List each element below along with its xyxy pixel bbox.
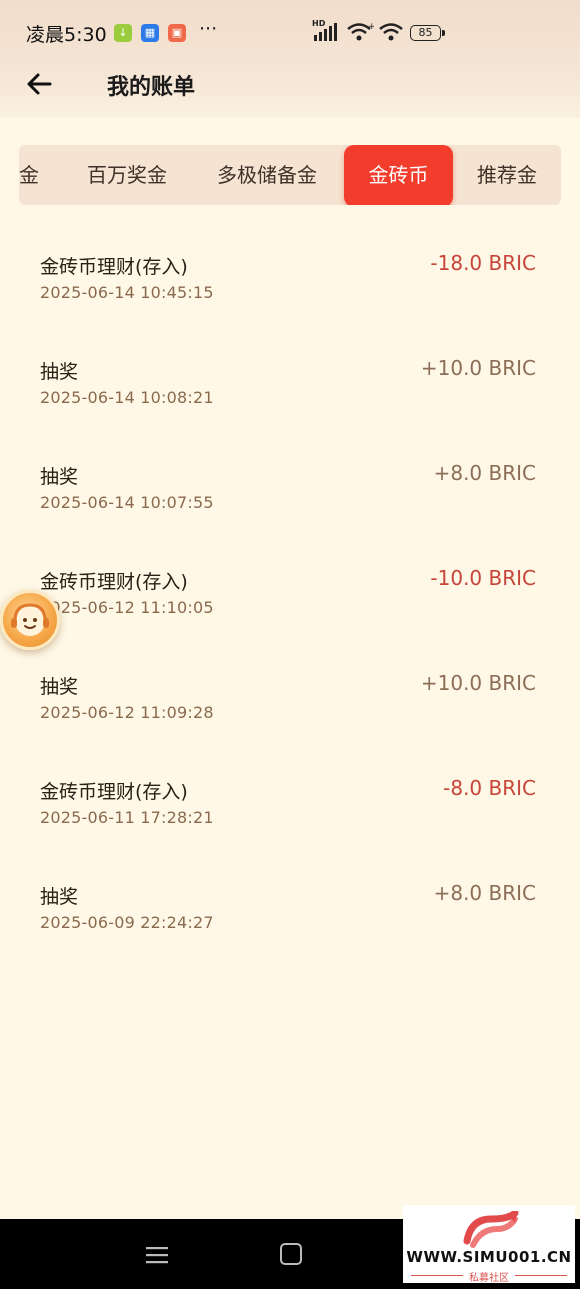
arrow-left-icon	[27, 73, 52, 95]
transaction-title: 抽奖	[40, 466, 79, 488]
customer-service-button[interactable]	[0, 590, 60, 650]
transaction-title: 抽奖	[40, 886, 79, 908]
home-square-icon[interactable]	[280, 1243, 302, 1265]
watermark: WWW.SIMU001.CN 私募社区	[403, 1205, 575, 1284]
wifi-icon: +	[347, 22, 374, 41]
transaction-row[interactable]: 抽奖 2025-06-09 22:24:27 +8.0 BRIC	[0, 862, 580, 967]
transaction-amount: +8.0 BRIC	[433, 461, 536, 485]
box-app-icon: ▣	[168, 24, 186, 42]
transaction-row[interactable]: 抽奖 2025-06-12 11:09:28 +10.0 BRIC	[0, 652, 580, 757]
tab-referral[interactable]: 推荐金	[477, 145, 537, 205]
status-time: 凌晨5:30	[26, 24, 107, 46]
tab-reserve-fund[interactable]: 多极储备金	[217, 145, 317, 205]
page-title: 我的账单	[107, 75, 196, 100]
category-tabs: 金 百万奖金 多极储备金 金砖币 推荐金	[19, 145, 561, 205]
grid-app-icon: ▦	[141, 24, 159, 42]
transaction-time: 2025-06-12 11:10:05	[40, 598, 214, 617]
tab-bric-coin[interactable]: 金砖币	[344, 145, 453, 205]
tab-million-bonus[interactable]: 百万奖金	[87, 145, 167, 205]
transaction-row[interactable]: 金砖币理财(存入) 2025-06-14 10:45:15 -18.0 BRIC	[0, 232, 580, 337]
transaction-time: 2025-06-14 10:07:55	[40, 493, 214, 512]
transaction-title: 抽奖	[40, 676, 79, 698]
battery-tip	[442, 30, 445, 36]
transaction-amount: +10.0 BRIC	[420, 356, 536, 380]
transaction-title: 金砖币理财(存入)	[40, 571, 188, 593]
transaction-row[interactable]: 抽奖 2025-06-14 10:08:21 +10.0 BRIC	[0, 337, 580, 442]
customer-service-icon	[11, 603, 49, 636]
transaction-time: 2025-06-09 22:24:27	[40, 913, 214, 932]
battery-icon: 85	[410, 25, 441, 41]
transaction-amount: +10.0 BRIC	[420, 671, 536, 695]
watermark-subtitle: 私募社区	[469, 1273, 509, 1284]
status-bar: 凌晨5:30 ↓ ▦ ▣ ··· HD + 85	[0, 18, 580, 52]
transaction-amount: -18.0 BRIC	[430, 251, 536, 275]
back-button[interactable]	[22, 66, 58, 102]
transaction-title: 金砖币理财(存入)	[40, 256, 188, 278]
watermark-url: WWW.SIMU001.CN	[406, 1248, 572, 1266]
transaction-row[interactable]: 抽奖 2025-06-14 10:07:55 +8.0 BRIC	[0, 442, 580, 547]
header: 我的账单	[0, 60, 580, 108]
transaction-amount: +8.0 BRIC	[433, 881, 536, 905]
signal-icon	[314, 23, 337, 41]
transaction-amount: -8.0 BRIC	[443, 776, 536, 800]
transaction-title: 金砖币理财(存入)	[40, 781, 188, 803]
transaction-time: 2025-06-14 10:45:15	[40, 283, 214, 302]
tab-jin[interactable]: 金	[19, 145, 39, 205]
watermark-logo	[463, 1211, 519, 1248]
transaction-time: 2025-06-12 11:09:28	[40, 703, 214, 722]
transaction-amount: -10.0 BRIC	[430, 566, 536, 590]
top-bar: 凌晨5:30 ↓ ▦ ▣ ··· HD + 85 我的账单	[0, 0, 580, 118]
transaction-time: 2025-06-11 17:28:21	[40, 808, 214, 827]
wifi-icon	[379, 23, 403, 41]
watermark-divider	[515, 1275, 567, 1276]
status-more-icon: ···	[199, 18, 218, 40]
transaction-title: 抽奖	[40, 361, 79, 383]
transaction-time: 2025-06-14 10:08:21	[40, 388, 214, 407]
download-app-icon: ↓	[114, 24, 132, 42]
transaction-row[interactable]: 金砖币理财(存入) 2025-06-11 17:28:21 -8.0 BRIC	[0, 757, 580, 862]
transaction-row[interactable]: 金砖币理财(存入) 2025-06-12 11:10:05 -10.0 BRIC	[0, 547, 580, 652]
svg-text:+: +	[368, 22, 374, 32]
menu-lines-icon[interactable]	[146, 1246, 168, 1264]
